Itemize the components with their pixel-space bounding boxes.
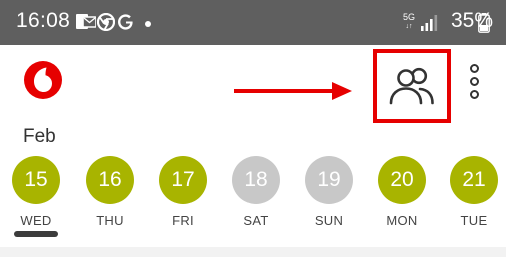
status-time: 16:08 xyxy=(16,9,71,32)
day-name: TUE xyxy=(460,213,488,228)
day-name: THU xyxy=(96,213,124,228)
day-number: 15 xyxy=(12,156,60,204)
selected-day-indicator xyxy=(14,231,58,237)
month-label: Feb xyxy=(23,126,56,147)
overflow-menu-button[interactable] xyxy=(466,64,484,102)
menu-dot xyxy=(470,90,479,99)
network-label: 5G xyxy=(402,12,415,22)
content-divider xyxy=(0,247,506,257)
day-sat[interactable]: 18 SAT xyxy=(230,155,286,235)
day-mon[interactable]: 20 MON xyxy=(376,155,432,235)
day-fri[interactable]: 17 FRI xyxy=(157,155,213,235)
signal-icon xyxy=(421,15,438,31)
dot-icon xyxy=(145,21,151,27)
day-number: 16 xyxy=(86,156,134,204)
day-number: 21 xyxy=(450,156,498,204)
day-number: 17 xyxy=(159,156,207,204)
day-thu[interactable]: 16 THU xyxy=(84,155,140,235)
mail-icon xyxy=(76,14,96,29)
day-number: 18 xyxy=(232,156,280,204)
day-name: MON xyxy=(386,213,418,228)
network-indicator: 5G ↓↑ xyxy=(402,12,416,32)
google-icon xyxy=(118,14,133,30)
people-button[interactable] xyxy=(373,49,451,123)
day-wed[interactable]: 15 WED xyxy=(10,155,66,235)
menu-dot xyxy=(470,77,479,86)
status-bar: 16:08 5G ↓↑ 35% xyxy=(0,0,506,45)
people-icon xyxy=(389,67,434,105)
day-number: 20 xyxy=(378,156,426,204)
battery-icon xyxy=(478,13,490,33)
day-name: WED xyxy=(20,213,52,228)
day-name: SAT xyxy=(243,213,269,228)
day-name: SUN xyxy=(314,213,344,228)
day-sun[interactable]: 19 SUN xyxy=(303,155,359,235)
menu-dot xyxy=(470,64,479,73)
vodafone-logo xyxy=(24,61,62,99)
annotation-arrow xyxy=(234,82,352,100)
day-tue[interactable]: 21 TUE xyxy=(448,155,504,235)
day-strip: 15 WED 16 THU 17 FRI 18 SAT 19 SUN 20 MO… xyxy=(0,155,506,235)
chrome-icon xyxy=(97,13,115,31)
day-number: 19 xyxy=(305,156,353,204)
network-activity: ↓↑ xyxy=(405,23,413,30)
day-name: FRI xyxy=(172,213,194,228)
